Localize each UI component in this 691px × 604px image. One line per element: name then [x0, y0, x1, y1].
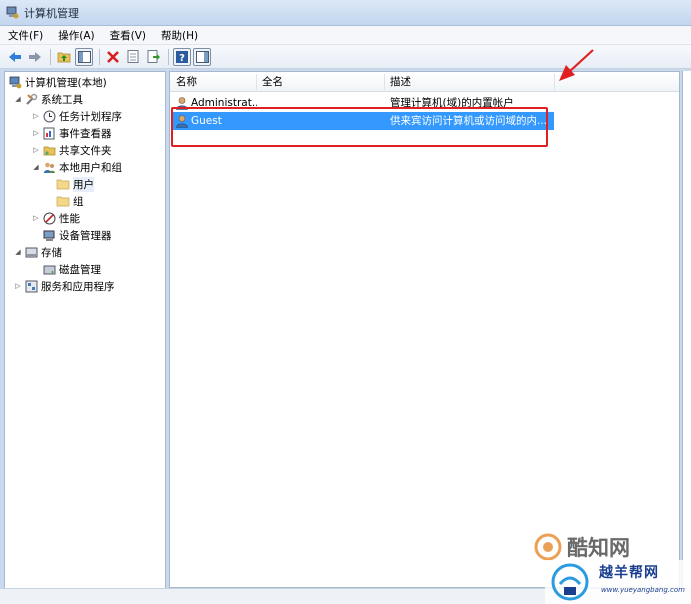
- tree-item-label: 计算机管理(本地): [25, 76, 107, 89]
- collapse-arrow-icon[interactable]: ◢: [13, 95, 23, 103]
- menu-view[interactable]: 查看(V): [110, 28, 146, 43]
- expand-arrow-icon[interactable]: ▷: [31, 214, 41, 222]
- column-header-name[interactable]: 名称: [170, 72, 256, 92]
- column-header-description[interactable]: 描述: [384, 72, 554, 92]
- system-tools-icon: [24, 93, 38, 106]
- expand-arrow-icon[interactable]: ▷: [13, 282, 23, 290]
- menu-file[interactable]: 文件(F): [8, 28, 43, 43]
- tree-item-label: 事件查看器: [59, 127, 112, 140]
- folder-icon: [56, 195, 70, 208]
- tree-item-services-apps[interactable]: ▷ 服务和应用程序: [13, 278, 115, 294]
- kuzhi-logo-icon: [534, 533, 562, 561]
- menu-bar: 文件(F) 操作(A) 查看(V) 帮助(H): [0, 26, 691, 45]
- folder-icon: [56, 178, 70, 191]
- tree-item-label: 服务和应用程序: [41, 280, 115, 293]
- tree-item-disk-management[interactable]: 磁盘管理: [41, 261, 101, 277]
- properties-icon: [127, 50, 139, 63]
- tree-item-label: 本地用户和组: [59, 161, 122, 174]
- tree-item-label: 共享文件夹: [59, 144, 112, 157]
- back-button[interactable]: [6, 48, 24, 66]
- console-tree: 计算机管理(本地) ◢ 系统工具 ▷ 任务计划程序 ▷ 事件查看器 ▷ 共享文件…: [4, 71, 166, 604]
- tree-item-computer-management[interactable]: 计算机管理(本地): [7, 74, 107, 90]
- tree-item-label: 系统工具: [41, 93, 83, 106]
- show-hide-tree-icon: [77, 50, 91, 63]
- tree-item-groups[interactable]: 组: [55, 193, 84, 209]
- tree-item-device-manager[interactable]: 设备管理器: [41, 227, 112, 243]
- list-header: 名称 全名 描述: [170, 72, 679, 92]
- toolbar-separator: [99, 48, 100, 65]
- kuzhi-watermark-text: 酷知网: [567, 536, 630, 560]
- tree-item-shared-folders[interactable]: ▷ 共享文件夹: [31, 142, 112, 158]
- annotation-highlight-box: [171, 107, 548, 147]
- delete-button[interactable]: [104, 48, 122, 66]
- task-scheduler-icon: [42, 110, 56, 123]
- tree-item-event-viewer[interactable]: ▷ 事件查看器: [31, 125, 112, 141]
- back-arrow-icon: [9, 51, 21, 62]
- menu-help[interactable]: 帮助(H): [161, 28, 198, 43]
- collapse-arrow-icon[interactable]: ◢: [31, 163, 41, 171]
- device-manager-icon: [42, 229, 56, 242]
- menu-action[interactable]: 操作(A): [58, 28, 94, 43]
- services-apps-icon: [24, 280, 38, 293]
- export-list-icon: [147, 50, 160, 63]
- action-pane-button[interactable]: [193, 47, 211, 66]
- kuzhi-watermark: 酷知网: [534, 530, 630, 564]
- forward-arrow-icon: [29, 51, 41, 62]
- expand-arrow-icon[interactable]: ▷: [31, 129, 41, 137]
- action-pane-icon: [195, 50, 209, 63]
- export-list-button[interactable]: [144, 48, 162, 66]
- performance-icon: [42, 212, 56, 225]
- collapse-arrow-icon[interactable]: ◢: [13, 248, 23, 256]
- tree-item-label: 性能: [59, 212, 80, 225]
- expand-arrow-icon[interactable]: ▷: [31, 146, 41, 154]
- properties-button[interactable]: [124, 48, 142, 66]
- tree-item-label: 任务计划程序: [59, 110, 122, 123]
- local-users-groups-icon: [42, 161, 56, 174]
- action-pane[interactable]: [682, 71, 691, 604]
- tree-item-label: 组: [73, 195, 84, 208]
- event-viewer-icon: [42, 127, 56, 140]
- toolbar-separator: [168, 48, 169, 65]
- shared-folders-icon: [42, 144, 56, 157]
- up-level-button[interactable]: [55, 48, 73, 66]
- tree-item-label: 存储: [41, 246, 62, 259]
- storage-icon: [24, 246, 38, 259]
- help-button[interactable]: ?: [173, 47, 191, 66]
- yueyang-watermark: 越羊帮网 www.yueyangbang.com: [545, 560, 691, 604]
- title-bar: 计算机管理: [0, 0, 691, 26]
- tree-item-performance[interactable]: ▷ 性能: [31, 210, 80, 226]
- window-title: 计算机管理: [24, 6, 79, 20]
- yueyang-logo-icon: [551, 563, 589, 601]
- help-icon: ?: [176, 50, 188, 63]
- disk-management-icon: [42, 263, 56, 276]
- up-folder-icon: [57, 52, 71, 63]
- tree-item-label: 设备管理器: [59, 229, 112, 242]
- svg-text:?: ?: [179, 53, 185, 63]
- tree-item-storage[interactable]: ◢ 存储: [13, 244, 62, 260]
- forward-button[interactable]: [26, 48, 44, 66]
- annotation-arrow-icon: [559, 49, 594, 81]
- computer-management-app-icon: [6, 6, 19, 19]
- yueyang-watermark-text: 越羊帮网: [599, 565, 659, 581]
- column-header-full-name[interactable]: 全名: [256, 72, 384, 92]
- tree-item-task-scheduler[interactable]: ▷ 任务计划程序: [31, 108, 122, 124]
- expand-arrow-icon[interactable]: ▷: [31, 112, 41, 120]
- toolbar-separator: [50, 48, 51, 65]
- tree-item-users[interactable]: 用户: [55, 176, 94, 192]
- tree-item-label: 用户: [73, 176, 94, 192]
- delete-icon: [107, 50, 119, 63]
- yueyang-watermark-url: www.yueyangbang.com: [601, 586, 685, 594]
- tree-item-label: 磁盘管理: [59, 263, 101, 276]
- show-hide-tree-button[interactable]: [75, 47, 93, 66]
- user-list-view: 名称 全名 描述 Administrat... 管理计算机(域)的内置帐户 Gu…: [169, 71, 680, 588]
- tree-item-local-users-groups[interactable]: ◢ 本地用户和组: [31, 159, 122, 175]
- computer-management-icon: [8, 76, 22, 89]
- tree-item-system-tools[interactable]: ◢ 系统工具: [13, 91, 83, 107]
